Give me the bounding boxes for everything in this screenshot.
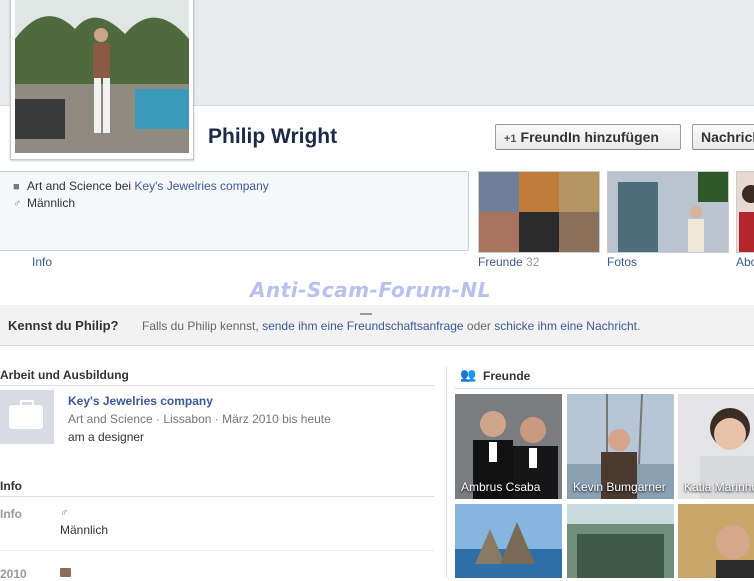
friend-card[interactable]: Ambrus Csaba	[455, 394, 562, 499]
tab-friends[interactable]: Freunde 32	[478, 255, 539, 269]
know-person-bar: Kennst du Philip? Falls du Philip kennst…	[0, 305, 754, 346]
work-heading: Arbeit und Ausbildung	[0, 368, 129, 382]
divider-dash	[360, 313, 372, 315]
message-label: Nachricht	[701, 129, 754, 145]
friend-card[interactable]: Kevin Bumgarner	[567, 394, 674, 499]
send-message-link[interactable]: schicke ihm eine Nachricht	[494, 319, 637, 333]
work-company-link[interactable]: Key's Jewelries company	[68, 394, 213, 408]
info-row-divider	[0, 550, 434, 551]
friend-photo	[678, 504, 754, 578]
profile-picture[interactable]	[10, 0, 194, 160]
work-note: am a designer	[68, 430, 145, 444]
know-text: Falls du Philip kennst, sende ihm eine F…	[142, 319, 641, 333]
add-friend-label: FreundIn hinzufügen	[520, 129, 659, 145]
column-separator	[446, 366, 447, 578]
photos-thumbnail[interactable]	[607, 171, 729, 253]
friends-icon: 👥	[460, 367, 477, 382]
friends-heading: Freunde	[483, 369, 531, 383]
friend-card[interactable]: Katia Marinho	[678, 394, 754, 499]
gender-male-icon: ♂	[13, 198, 22, 210]
info-year: 2010	[0, 567, 27, 581]
friend-name: Ambrus Csaba	[461, 480, 541, 494]
friend-name: Katia Marinho	[684, 480, 754, 494]
gender-male-icon: ♂	[60, 507, 69, 519]
intro-box: ■ Art and Science bei Key's Jewelries com…	[0, 171, 469, 251]
friend-photo	[567, 504, 674, 578]
work-line: ■ Art and Science bei Key's Jewelries com…	[13, 179, 269, 193]
briefcase-icon: ■	[13, 181, 20, 193]
work-briefcase-icon	[0, 390, 54, 444]
briefcase-icon	[60, 568, 71, 577]
send-friend-request-link[interactable]: sende ihm eine Freundschaftsanfrage	[262, 319, 463, 333]
friends-thumbnail[interactable]	[478, 171, 600, 253]
info-label: Info	[0, 507, 22, 521]
friend-card[interactable]	[678, 504, 754, 578]
gender-line: ♂ Männlich	[13, 196, 76, 210]
info-divider	[0, 496, 434, 497]
add-friend-button[interactable]: +1 FreundIn hinzufügen	[495, 124, 681, 150]
friend-card[interactable]	[455, 504, 562, 578]
work-divider	[0, 385, 434, 386]
friend-card[interactable]	[567, 504, 674, 578]
profile-photo-image	[15, 0, 189, 153]
about-image	[737, 172, 754, 252]
profile-name: Philip Wright	[208, 125, 338, 148]
tab-about[interactable]: Abo	[736, 255, 754, 269]
photos-image	[608, 172, 728, 252]
info-gender: Männlich	[60, 523, 109, 537]
work-details: Art and Science · Lissabon · März 2010 b…	[68, 412, 331, 426]
message-button[interactable]: Nachricht	[692, 124, 754, 150]
know-title: Kennst du Philip?	[8, 318, 119, 333]
add-friend-icon: +1	[504, 133, 517, 145]
friends-divider	[455, 388, 754, 389]
tab-info[interactable]: Info	[32, 255, 52, 269]
friend-name: Kevin Bumgarner	[573, 480, 666, 494]
info-heading: Info	[0, 479, 22, 493]
work-company-link[interactable]: Key's Jewelries company	[134, 179, 268, 193]
friend-photo	[455, 504, 562, 578]
watermark: Anti-Scam-Forum-NL	[250, 278, 491, 302]
about-thumbnail[interactable]	[736, 171, 754, 253]
tab-photos[interactable]: Fotos	[607, 255, 637, 269]
